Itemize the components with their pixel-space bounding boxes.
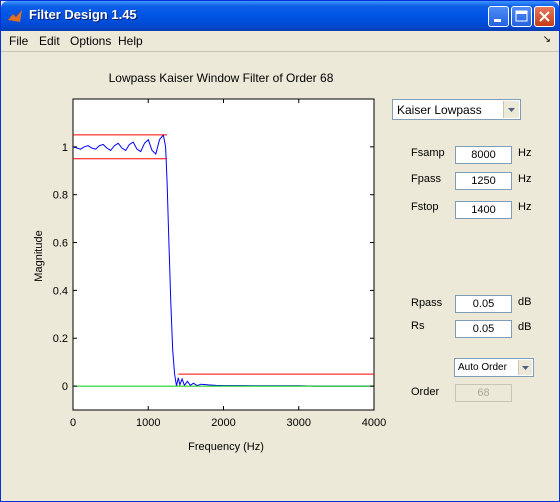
chevron-down-icon[interactable] xyxy=(503,101,519,118)
filter-type-select[interactable]: Kaiser Lowpass xyxy=(392,99,521,120)
x-tick-label: 2000 xyxy=(211,417,235,429)
y-tick-label: 0 xyxy=(62,381,68,393)
x-tick-label: 0 xyxy=(70,417,76,429)
y-axis-label: Magnitude xyxy=(33,230,45,282)
y-tick-label: 0.2 xyxy=(53,333,68,345)
y-tick-label: 0.6 xyxy=(53,238,68,250)
rs-label: Rs xyxy=(411,320,425,332)
y-tick-label: 0.8 xyxy=(53,190,68,202)
rpass-unit: dB xyxy=(518,296,532,308)
fsamp-label: Fsamp xyxy=(411,147,445,159)
fstop-label: Fstop xyxy=(411,201,439,213)
x-tick-label: 1000 xyxy=(136,417,160,429)
fsamp-unit: Hz xyxy=(518,147,532,159)
fpass-field[interactable]: 1250 xyxy=(455,172,512,190)
rs-field[interactable]: 0.05 xyxy=(455,320,512,338)
order-mode-value: Auto Order xyxy=(458,362,507,373)
order-field: 68 xyxy=(455,384,512,402)
y-tick-label: 0.4 xyxy=(53,285,68,297)
x-axis-label: Frequency (Hz) xyxy=(188,441,264,453)
fstop-field[interactable]: 1400 xyxy=(455,201,512,219)
chevron-down-icon[interactable] xyxy=(518,360,532,375)
app-window: Filter Design 1.45 File Edit Options Hel… xyxy=(0,0,560,502)
x-tick-label: 3000 xyxy=(287,417,311,429)
filter-type-value: Kaiser Lowpass xyxy=(397,103,482,117)
x-tick-label: 4000 xyxy=(362,417,386,429)
fsamp-field[interactable]: 8000 xyxy=(455,146,512,164)
fstop-unit: Hz xyxy=(518,201,532,213)
rpass-label: Rpass xyxy=(411,297,443,309)
fpass-label: Fpass xyxy=(411,173,441,185)
order-label: Order xyxy=(411,386,440,398)
rs-unit: dB xyxy=(518,321,532,333)
order-mode-select[interactable]: Auto Order xyxy=(454,358,534,377)
plot-area xyxy=(72,98,375,411)
fpass-unit: Hz xyxy=(518,173,532,185)
magnitude-plot: 0 1000 2000 3000 4000 0 0.2 0.4 0.6 0.8 1 xyxy=(53,98,386,429)
y-tick-label: 1 xyxy=(62,142,68,154)
rpass-field[interactable]: 0.05 xyxy=(455,295,512,313)
